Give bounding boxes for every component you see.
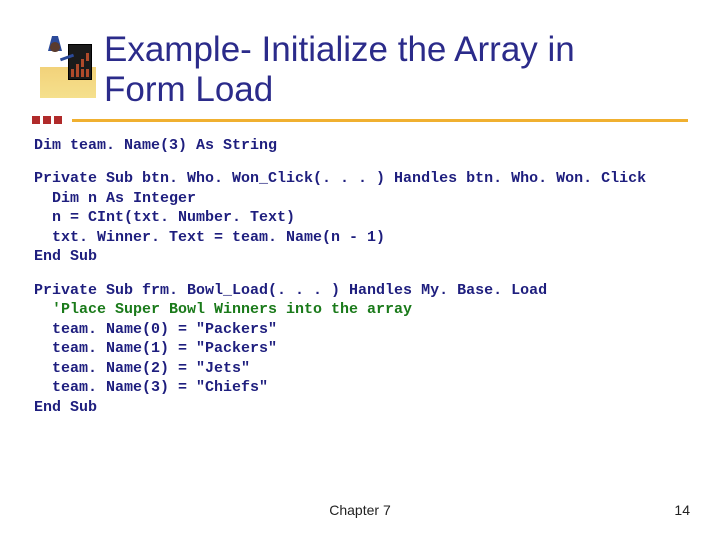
slide: Example- Initialize the Array in Form Lo… (0, 0, 720, 540)
slide-title: Example- Initialize the Array in Form Lo… (104, 30, 575, 111)
code-line: n = CInt(txt. Number. Text) (34, 209, 295, 226)
code-line: Private Sub btn. Who. Won_Click(. . . ) … (34, 170, 646, 187)
code-declaration: Dim team. Name(3) As String (34, 136, 720, 156)
presenter-chart-icon (40, 36, 96, 98)
code-line: team. Name(1) = "Packers" (34, 340, 277, 357)
code-sub-click: Private Sub btn. Who. Won_Click(. . . ) … (34, 169, 720, 267)
code-line: team. Name(3) = "Chiefs" (34, 379, 268, 396)
footer-chapter: Chapter 7 (0, 502, 720, 518)
divider (32, 119, 688, 122)
code-line: Dim n As Integer (34, 190, 196, 207)
code-line: End Sub (34, 399, 97, 416)
code-line: End Sub (34, 248, 97, 265)
code-line: team. Name(2) = "Jets" (34, 360, 250, 377)
title-line-1: Example- Initialize the Array in (104, 30, 575, 69)
title-line-2: Form Load (104, 70, 273, 109)
code-comment: 'Place Super Bowl Winners into the array (34, 301, 412, 318)
code-line: team. Name(0) = "Packers" (34, 321, 277, 338)
slide-header: Example- Initialize the Array in Form Lo… (0, 0, 720, 111)
code-line: Private Sub frm. Bowl_Load(. . . ) Handl… (34, 282, 547, 299)
code-line: txt. Winner. Text = team. Name(n - 1) (34, 229, 385, 246)
code-line: Dim team. Name(3) As String (34, 137, 277, 154)
code-sub-load: Private Sub frm. Bowl_Load(. . . ) Handl… (34, 281, 720, 418)
page-number: 14 (674, 502, 690, 518)
